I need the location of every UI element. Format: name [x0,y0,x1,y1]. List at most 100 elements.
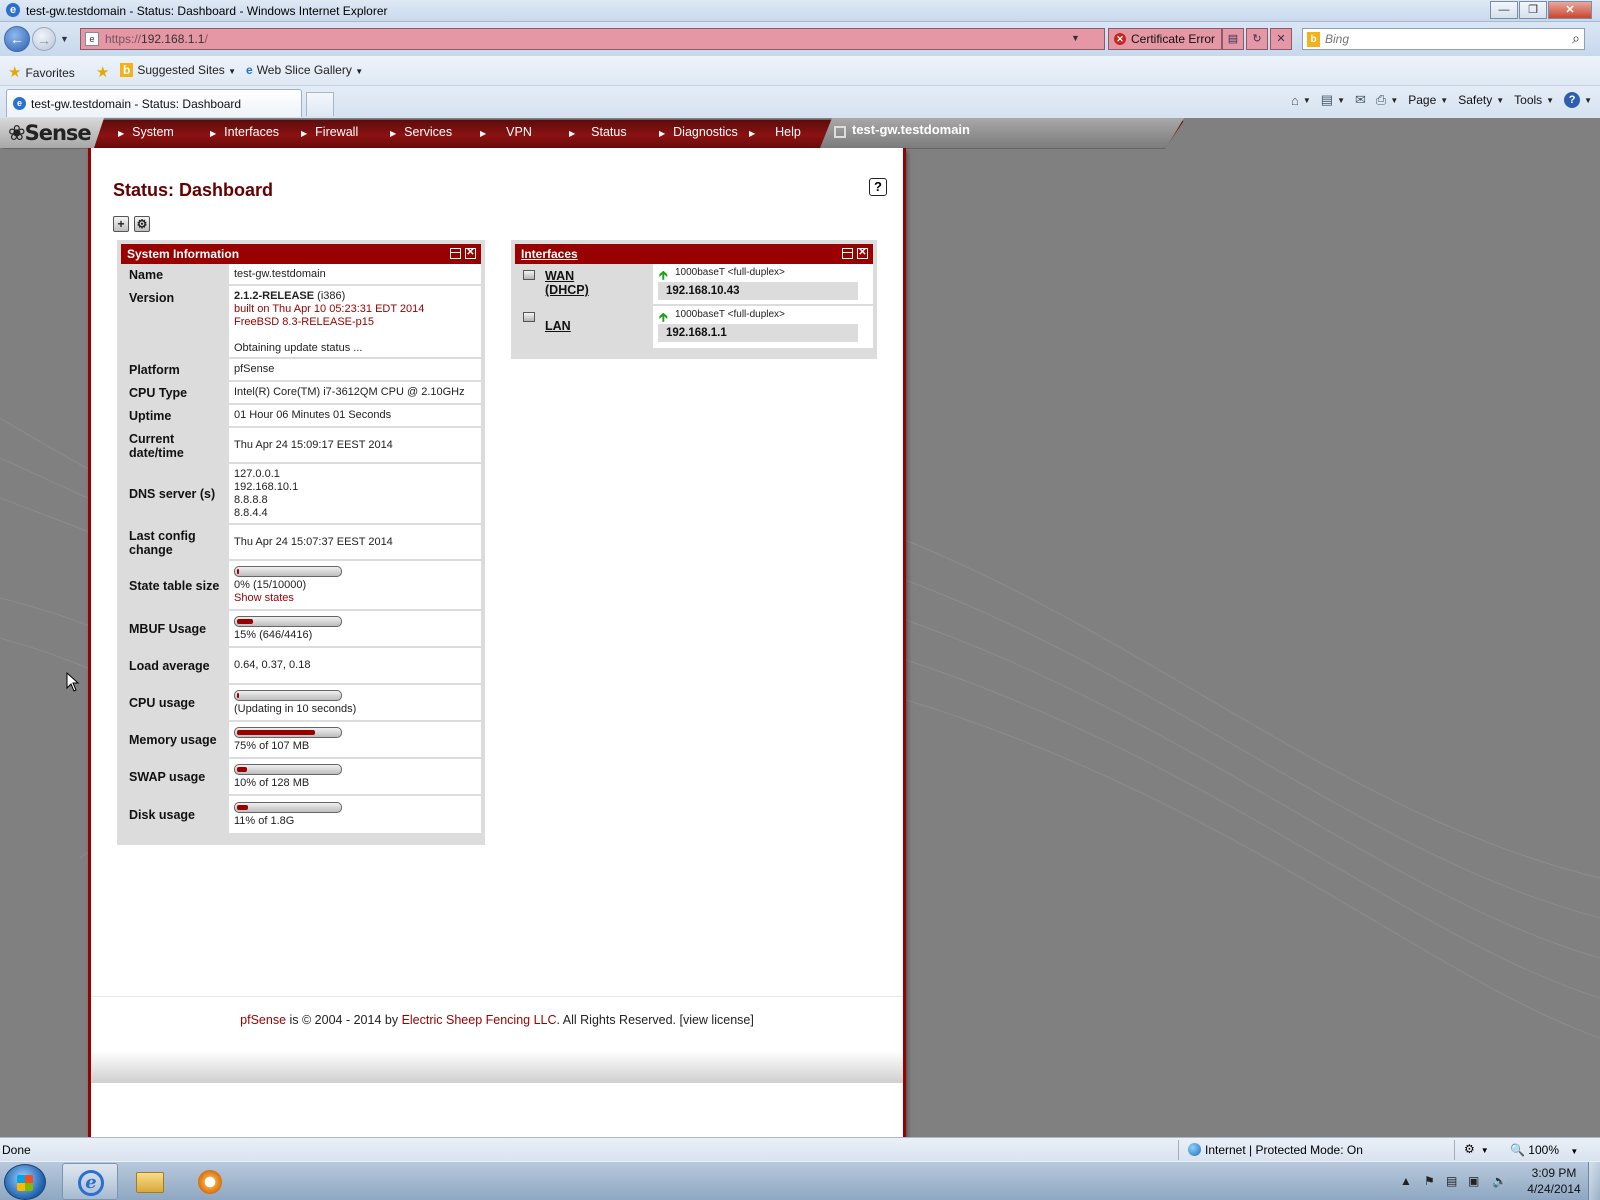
safety-menu[interactable]: Safety ▼ [1458,93,1504,107]
platform-label: Platform [121,359,227,380]
folder-icon [136,1172,164,1193]
menu-vpn[interactable]: ▶ VPN [480,118,569,148]
zoom-dropdown-icon[interactable]: ▼ [1570,1147,1578,1156]
interface-lan-link[interactable]: LAN [545,319,571,333]
show-hidden-icons-icon[interactable]: ▲ [1400,1174,1412,1188]
minimize-widget-icon[interactable]: — [842,248,853,259]
smartscreen-icon[interactable]: ⚙ ▼ [1464,1142,1489,1156]
menu-help[interactable]: ▶ Help [749,118,819,148]
minimize-button[interactable]: — [1490,1,1518,19]
print-button[interactable]: ⎙ ▼ [1376,92,1398,108]
action-center-flag-icon[interactable]: ⚑ [1424,1174,1435,1188]
taskbar-explorer[interactable] [122,1163,178,1200]
taskbar-media-player[interactable] [182,1163,238,1200]
menu-interfaces[interactable]: ▶ Interfaces [210,118,301,148]
close-widget-icon[interactable]: ✕ [857,248,868,259]
web-slice-dropdown-icon[interactable]: ▼ [355,67,363,76]
disk-value: 11% of 1.8G [227,796,481,833]
row-cpu-usage: CPU usage (Updating in 10 seconds) [121,685,481,722]
tools-menu[interactable]: Tools ▼ [1514,93,1554,107]
menu-system[interactable]: ▶ System [118,118,210,148]
mbuf-label: MBUF Usage [121,611,227,646]
save-settings-icon[interactable]: ⚙ [134,216,150,232]
mbuf-bar-fill [237,619,253,624]
load-label: Load average [121,648,227,683]
page-help-button[interactable]: ? [869,178,887,196]
show-states-link[interactable]: Show states [234,592,476,605]
row-name: Name test-gw.testdomain [121,264,481,286]
version-value: 2.1.2-RELEASE (i386) built on Thu Apr 10… [227,286,481,357]
memory-label: Memory usage [121,722,227,757]
search-input[interactable] [1325,31,1555,47]
page-menu[interactable]: Page ▼ [1408,93,1448,107]
menu-firewall[interactable]: ▶ Firewall [301,118,390,148]
home-dropdown-icon[interactable]: ▼ [1303,96,1311,105]
volume-icon[interactable]: 🔊 [1492,1174,1507,1188]
web-slice-gallery-link[interactable]: e Web Slice Gallery ▼ [246,63,363,77]
cpu-usage-value: (Updating in 10 seconds) [227,685,481,720]
add-to-favorites-bar-button[interactable]: ★ [96,63,113,81]
url-host: 192.168.1.1 [141,32,205,46]
read-mail-button[interactable]: ✉ [1355,92,1366,108]
close-window-button[interactable]: ✕ [1548,1,1592,19]
clock[interactable]: 3:09 PM 4/24/2014 [1522,1165,1586,1197]
compatibility-view-icon[interactable]: ▤ [1222,28,1244,50]
address-dropdown-icon[interactable]: ▼ [1071,33,1080,43]
suggested-sites-link[interactable]: b Suggested Sites ▼ [120,63,236,77]
device-icon[interactable]: ▤ [1446,1174,1457,1188]
interface-ip: 192.168.1.1 [658,324,858,342]
add-widget-icon[interactable]: + [113,216,129,232]
zoom-level[interactable]: 🔍 100% ▼ [1510,1143,1578,1157]
show-desktop-button[interactable] [1588,1162,1600,1200]
menu-status[interactable]: ▶ Status [569,118,659,148]
menu-diagnostics[interactable]: ▶ Diagnostics [659,118,749,148]
new-tab-button[interactable] [306,92,334,116]
network-tray-icon[interactable]: ▣ [1468,1174,1479,1188]
back-button[interactable]: ← [4,26,30,52]
security-zone[interactable]: Internet | Protected Mode: On [1188,1143,1363,1157]
home-button[interactable]: ⌂ ▼ [1291,93,1311,108]
interface-detail: 🡱 1000baseT <full-duplex> 192.168.1.1 [653,306,873,348]
address-url[interactable]: https://192.168.1.1/ [105,32,208,46]
memory-bar-fill [237,730,315,735]
menu-arrow-icon: ▶ [210,129,217,138]
start-button[interactable] [4,1164,46,1200]
interfaces-title-link[interactable]: Interfaces [521,247,578,261]
interface-wan-link[interactable]: WAN (DHCP) [545,269,589,297]
search-icon[interactable]: ⌕ [1572,30,1580,47]
feeds-button[interactable]: ▤ ▼ [1321,92,1345,108]
safety-menu-label: Safety [1458,93,1493,107]
interface-icon [523,312,535,322]
menu-status-label: Status [591,125,627,139]
certificate-error-button[interactable]: ✕ Certificate Error [1108,28,1223,50]
refresh-icon[interactable]: ↻ [1246,28,1268,50]
internet-zone-icon [1188,1143,1201,1156]
taskbar-internet-explorer[interactable]: e [62,1163,118,1200]
address-bar[interactable]: e https://192.168.1.1/ ▼ [80,28,1105,50]
forward-button[interactable]: → [32,27,56,51]
view-license-link[interactable]: [view license] [679,1013,753,1027]
favorites-button[interactable]: ★ Favorites [8,63,75,81]
tab-dashboard[interactable]: e test-gw.testdomain - Status: Dashboard [6,89,302,117]
disk-text: 11% of 1.8G [234,815,295,827]
system-information-widget: System Information — ✕ Name test-gw.test… [117,240,485,845]
cpu-usage-bar [234,690,342,701]
interface-detail: 🡱 1000baseT <full-duplex> 192.168.10.43 [653,264,873,304]
footer-company-link[interactable]: Electric Sheep Fencing LLC [402,1013,557,1027]
suggested-sites-dropdown-icon[interactable]: ▼ [228,67,236,76]
help-menu[interactable]: ? ▼ [1564,92,1592,108]
network-icon [834,126,846,138]
pfsense-logo[interactable]: ❀Sense [0,118,104,148]
close-widget-icon[interactable]: ✕ [465,248,476,259]
search-box[interactable]: b ⌕ [1302,28,1585,50]
footer-brand-link[interactable]: pfSense [240,1013,286,1027]
print-dropdown-icon[interactable]: ▼ [1390,96,1398,105]
tools-dropdown-icon: ▼ [1546,95,1555,105]
menu-services[interactable]: ▶ Services [390,118,480,148]
recent-pages-dropdown-icon[interactable]: ▼ [60,34,69,44]
interface-ip: 192.168.10.43 [658,282,858,300]
feeds-dropdown-icon[interactable]: ▼ [1337,96,1345,105]
stop-icon[interactable]: ✕ [1270,28,1292,50]
minimize-widget-icon[interactable]: — [450,248,461,259]
maximize-button[interactable]: ❐ [1519,1,1547,19]
